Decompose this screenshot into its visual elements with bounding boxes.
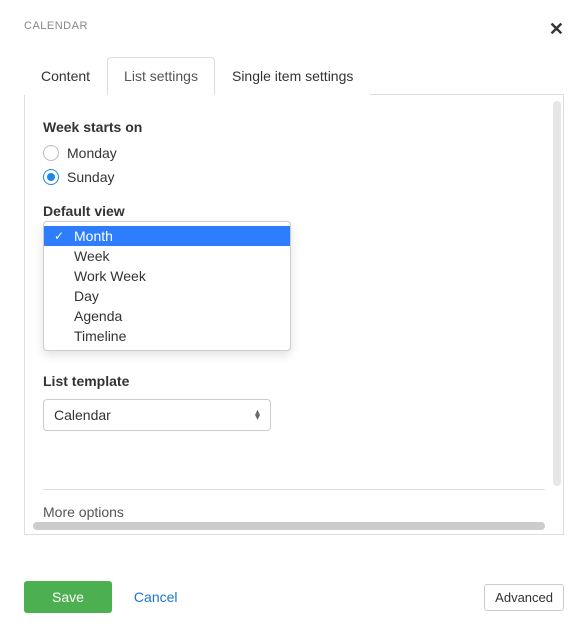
- radio-label: Monday: [67, 145, 117, 161]
- vertical-scrollbar[interactable]: [553, 101, 561, 486]
- list-template-select[interactable]: Calendar ▴▾: [43, 399, 271, 431]
- tab-single-item[interactable]: Single item settings: [215, 57, 370, 95]
- list-template-label: List template: [43, 373, 545, 389]
- modal-title: CALENDAR: [24, 20, 88, 32]
- dropdown-option-week[interactable]: Week: [44, 246, 290, 266]
- dropdown-option-work-week[interactable]: Work Week: [44, 266, 290, 286]
- dropdown-option-month[interactable]: Month: [44, 226, 290, 246]
- select-value: Calendar: [54, 407, 111, 423]
- settings-panel: Week starts on Monday Sunday Default vie…: [25, 95, 563, 534]
- dropdown-option-day[interactable]: Day: [44, 286, 290, 306]
- cancel-button[interactable]: Cancel: [134, 589, 178, 605]
- tabs: Content List settings Single item settin…: [24, 56, 564, 95]
- radio-label: Sunday: [67, 169, 114, 185]
- default-view-label: Default view: [43, 203, 545, 219]
- radio-icon: [43, 169, 59, 185]
- tab-content[interactable]: Content: [24, 57, 107, 95]
- radio-sunday[interactable]: Sunday: [43, 169, 545, 185]
- tab-list-settings[interactable]: List settings: [107, 57, 215, 95]
- horizontal-scrollbar[interactable]: [33, 522, 545, 530]
- close-icon[interactable]: ✕: [549, 20, 564, 38]
- radio-monday[interactable]: Monday: [43, 145, 545, 161]
- default-view-dropdown: Month Week Work Week Day Agenda Timeline: [43, 221, 291, 351]
- advanced-button[interactable]: Advanced: [484, 584, 564, 611]
- select-arrows-icon: ▴▾: [255, 410, 260, 420]
- dropdown-option-agenda[interactable]: Agenda: [44, 306, 290, 326]
- week-starts-label: Week starts on: [43, 119, 545, 135]
- dropdown-option-timeline[interactable]: Timeline: [44, 326, 290, 346]
- radio-icon: [43, 145, 59, 161]
- save-button[interactable]: Save: [24, 581, 112, 613]
